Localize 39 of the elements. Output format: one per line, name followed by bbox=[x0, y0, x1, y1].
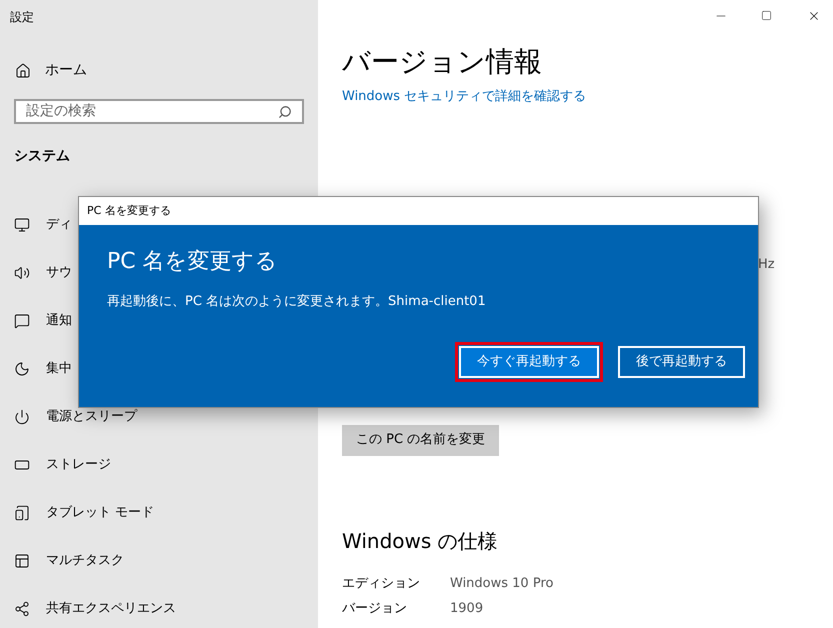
tablet-icon bbox=[14, 505, 30, 521]
dialog-title: PC 名を変更する bbox=[87, 202, 171, 219]
search-input[interactable]: 設定の検索 bbox=[26, 101, 246, 122]
power-icon bbox=[14, 409, 30, 425]
sidebar-item[interactable]: タブレット モード bbox=[0, 489, 168, 537]
home-icon bbox=[15, 62, 31, 78]
window-title: 設定 bbox=[9, 9, 35, 26]
spec-label: エディション bbox=[342, 575, 421, 594]
sidebar-item[interactable]: 電源とスリープ bbox=[0, 393, 151, 441]
security-link[interactable]: Windows セキュリティで詳細を確認する bbox=[342, 87, 586, 106]
sidebar-item[interactable]: 共有エクスペリエンス bbox=[0, 585, 190, 628]
sidebar-item[interactable]: マルチタスク bbox=[0, 537, 138, 585]
spec-label: バージョン bbox=[342, 600, 408, 618]
share-icon bbox=[14, 601, 30, 617]
spec-value: Windows 10 Pro bbox=[450, 575, 554, 594]
sidebar-item[interactable]: ストレージ bbox=[0, 441, 125, 489]
restart-button[interactable]: 今すぐ再起動する bbox=[459, 346, 599, 378]
speech-bubble-icon bbox=[14, 313, 30, 329]
section-title: Windows の仕様 bbox=[342, 528, 498, 554]
dialog-message: 再起動後に、PC 名は次のように変更されます。Shima-client01 bbox=[106, 293, 487, 311]
rename-button[interactable]: この PC の名前を変更 bbox=[342, 424, 500, 456]
spec-fragment: Hz bbox=[758, 256, 775, 274]
dialog-heading: PC 名を変更する bbox=[106, 248, 279, 276]
restart-button[interactable]: 後で再起動する bbox=[618, 346, 745, 378]
sidebar-item[interactable]: サウ bbox=[0, 249, 86, 297]
search-field[interactable]: 設定の検索 bbox=[14, 99, 304, 124]
section-heading: システム bbox=[13, 147, 71, 166]
panels-icon bbox=[14, 553, 30, 569]
maximize-icon[interactable] bbox=[761, 10, 772, 21]
sidebar-item[interactable]: 通知 bbox=[0, 297, 86, 345]
sidebar-item[interactable]: 集中 bbox=[0, 345, 86, 393]
sidebar-item[interactable]: ディ bbox=[0, 201, 86, 249]
monitor-icon bbox=[14, 217, 30, 233]
speaker-icon bbox=[14, 265, 30, 281]
search-icon bbox=[278, 104, 292, 118]
moon-icon bbox=[14, 361, 30, 377]
home-item[interactable]: ホーム bbox=[0, 60, 102, 81]
spec-value: 1909 bbox=[450, 600, 484, 618]
page-title: バージョン情報 bbox=[342, 44, 542, 80]
